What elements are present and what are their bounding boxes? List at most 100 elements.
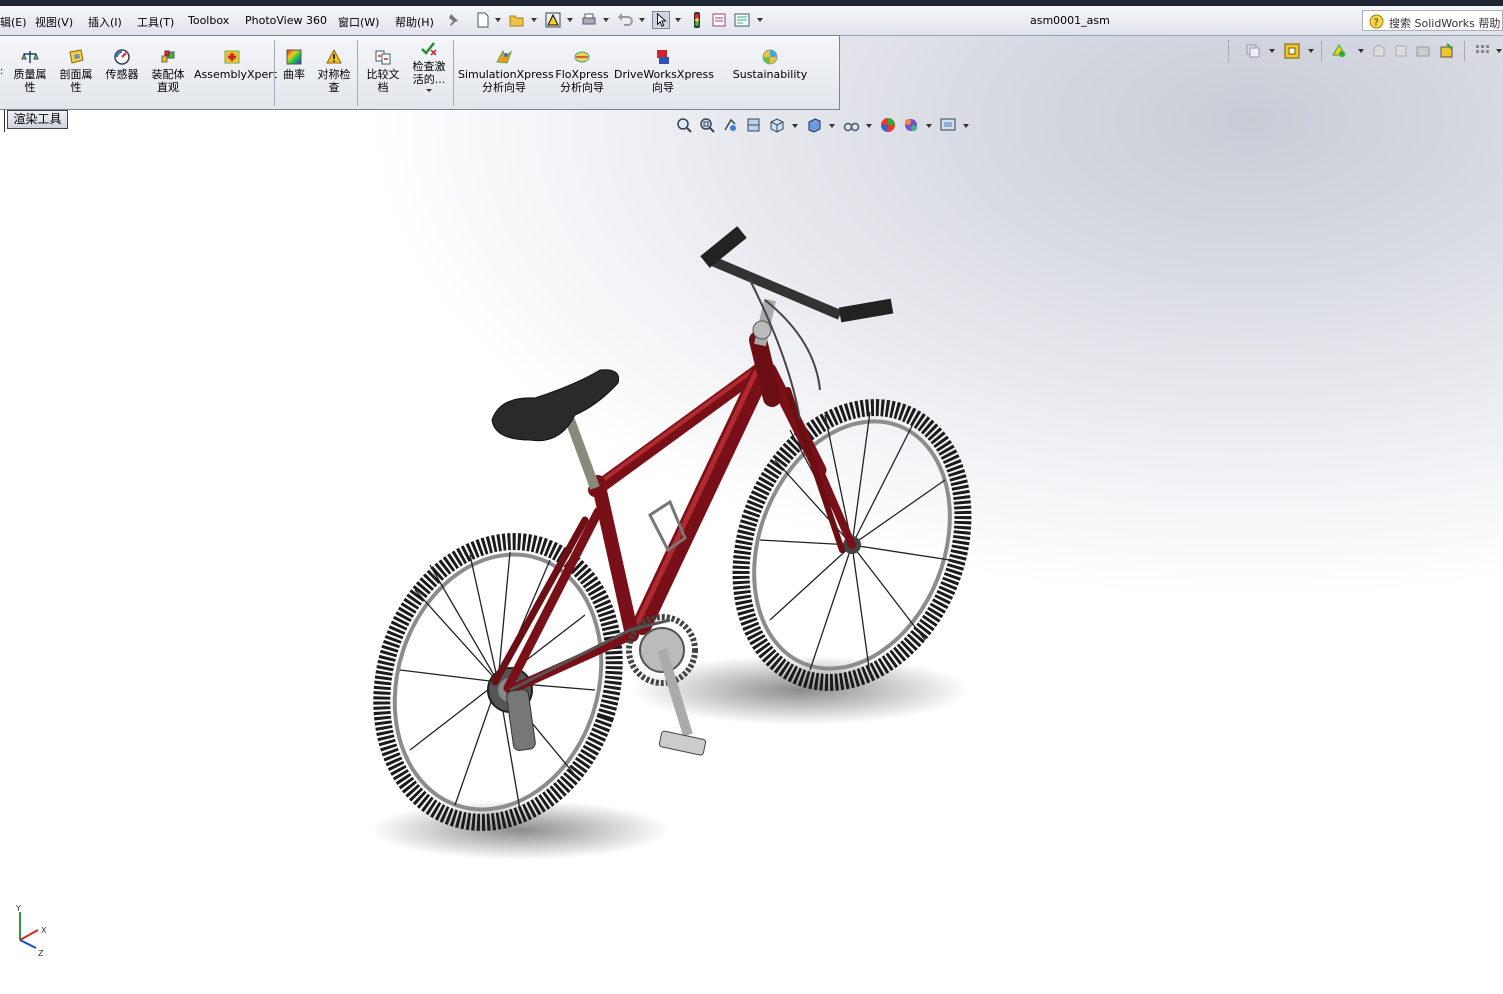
driveworksxpress-icon: [657, 50, 669, 64]
floxpress-button[interactable]: FloXpress 分析向导: [552, 48, 612, 94]
cmd-separator: [357, 40, 358, 106]
insert-component-icon[interactable]: [1283, 42, 1301, 60]
open-dropdown-arrow[interactable]: [531, 18, 537, 22]
menu-photoview[interactable]: PhotoView 360: [245, 14, 327, 27]
triad-z-label: Z: [38, 949, 44, 958]
section-properties-icon: [69, 49, 84, 64]
copy-component-icon[interactable]: [1244, 42, 1262, 60]
seat-post: [565, 418, 600, 490]
driveworksxpress-button[interactable]: DriveWorksXpress 向导: [614, 48, 714, 94]
view-settings-dropdown-arrow[interactable]: [963, 124, 969, 128]
bicycle-model[interactable]: [370, 220, 990, 880]
select-cursor-icon[interactable]: [652, 11, 670, 29]
toolbar-grip: [1228, 40, 1232, 62]
copy-dropdown-arrow[interactable]: [1269, 49, 1275, 53]
new-dropdown-arrow[interactable]: [495, 18, 501, 22]
triad-x-label: X: [41, 926, 47, 935]
menu-toolbox[interactable]: Toolbox: [188, 14, 229, 27]
curvature-button[interactable]: 曲率: [279, 48, 309, 81]
symmetry-check-button[interactable]: 对称检 查: [313, 48, 355, 94]
section-view-icon[interactable]: [745, 116, 763, 134]
rebuild-dropdown-arrow[interactable]: [567, 18, 573, 22]
assemblyxpert-button[interactable]: AssemblyXpert: [194, 48, 278, 81]
apply-scene-icon[interactable]: [902, 116, 920, 134]
options-dropdown-arrow[interactable]: [757, 18, 763, 22]
apply-scene-dropdown-arrow[interactable]: [926, 124, 932, 128]
move-component-icon[interactable]: [1370, 42, 1388, 60]
print-icon[interactable]: [580, 11, 598, 29]
appearance-icon[interactable]: [1330, 42, 1348, 60]
menu-view[interactable]: 视图(V): [35, 14, 73, 30]
triad-x-axis: [19, 929, 39, 941]
file-properties-icon[interactable]: [710, 11, 728, 29]
traffic-light-icon[interactable]: [688, 11, 706, 29]
rotate-component-icon[interactable]: [1392, 42, 1410, 60]
mass-properties-icon: [21, 51, 39, 63]
display-style-dropdown-arrow[interactable]: [829, 124, 835, 128]
zoom-to-fit-icon[interactable]: [675, 116, 693, 134]
tab-render-tools[interactable]: 渲染工具: [7, 110, 68, 129]
heads-up-view-toolbar: [675, 114, 975, 136]
bottle-cage: [648, 499, 687, 553]
sensor-icon: [114, 49, 130, 65]
check-active-label: 检查激 活的...: [412, 60, 446, 86]
triad-z-axis: [19, 939, 37, 949]
display-style-icon[interactable]: [805, 116, 823, 134]
curvature-label: 曲率: [283, 68, 305, 81]
grid-dropdown-arrow[interactable]: [1496, 49, 1502, 53]
cmd-truncated-edge: :: [0, 66, 4, 77]
options-icon[interactable]: [733, 11, 751, 29]
check-active-button[interactable]: 检查激 活的...: [406, 40, 452, 92]
sensor-button[interactable]: 传感器: [100, 48, 144, 81]
select-dropdown-arrow[interactable]: [675, 18, 681, 22]
view-settings-icon[interactable]: [939, 116, 957, 134]
undo-icon[interactable]: [616, 11, 634, 29]
new-document-icon[interactable]: [474, 11, 492, 29]
help-search-field[interactable]: ? 搜索 SolidWorks 帮助: [1362, 10, 1503, 31]
simulationxpress-icon: [496, 49, 513, 64]
previous-view-icon[interactable]: [721, 116, 739, 134]
menu-window[interactable]: 窗口(W): [338, 14, 379, 30]
menu-tools[interactable]: 工具(T): [137, 14, 174, 30]
curvature-icon: [286, 49, 302, 65]
smart-fasteners-icon[interactable]: [1414, 42, 1432, 60]
compare-documents-button[interactable]: 比较文 档: [362, 48, 404, 94]
mass-properties-label: 质量属 性: [13, 68, 47, 94]
rebuild-warning-icon[interactable]: [544, 11, 562, 29]
cmd-separator: [453, 40, 454, 106]
cmd-separator: [274, 40, 275, 106]
simulationxpress-button[interactable]: SimulationXpress 分析向导: [458, 48, 554, 94]
view-orientation-icon[interactable]: [768, 116, 786, 134]
open-folder-icon[interactable]: [508, 11, 526, 29]
appearance-dropdown-arrow[interactable]: [1358, 49, 1364, 53]
menu-edit[interactable]: 辑(E): [0, 14, 27, 30]
assemblyxpert-label: AssemblyXpert: [194, 68, 278, 81]
compare-documents-icon: [375, 50, 391, 65]
menu-insert[interactable]: 插入(I): [88, 14, 122, 30]
mass-properties-button[interactable]: 质量属 性: [8, 48, 52, 94]
svg-text:?: ?: [1374, 18, 1379, 29]
menu-help[interactable]: 帮助(H): [395, 14, 434, 30]
coordinate-triad: Y X Z: [15, 904, 47, 958]
edit-appearance-icon[interactable]: [879, 116, 897, 134]
pin-icon[interactable]: [445, 11, 463, 29]
hide-show-items-icon[interactable]: [842, 116, 860, 134]
check-active-dropdown-arrow[interactable]: [426, 89, 432, 92]
insert-dropdown-arrow[interactable]: [1308, 49, 1314, 53]
right-toolbar: [1228, 38, 1503, 64]
help-search-placeholder: 搜索 SolidWorks 帮助: [1389, 17, 1501, 30]
symmetry-check-label: 对称检 查: [317, 68, 351, 94]
explode-view-icon[interactable]: [1438, 42, 1456, 60]
view-orientation-dropdown-arrow[interactable]: [792, 124, 798, 128]
section-properties-button[interactable]: 剖面属 性: [54, 48, 98, 94]
assembly-visualization-button[interactable]: 装配体 直观: [146, 48, 190, 94]
hide-show-dropdown-arrow[interactable]: [866, 124, 872, 128]
zoom-to-area-icon[interactable]: [698, 116, 716, 134]
grid-view-icon[interactable]: [1474, 42, 1492, 60]
driveworksxpress-label: DriveWorksXpress 向导: [614, 68, 714, 94]
print-dropdown-arrow[interactable]: [603, 18, 609, 22]
sensor-label: 传感器: [105, 68, 139, 81]
sustainability-button[interactable]: Sustainability: [730, 48, 810, 81]
undo-dropdown-arrow[interactable]: [639, 18, 645, 22]
simulationxpress-label: SimulationXpress 分析向导: [458, 68, 554, 94]
